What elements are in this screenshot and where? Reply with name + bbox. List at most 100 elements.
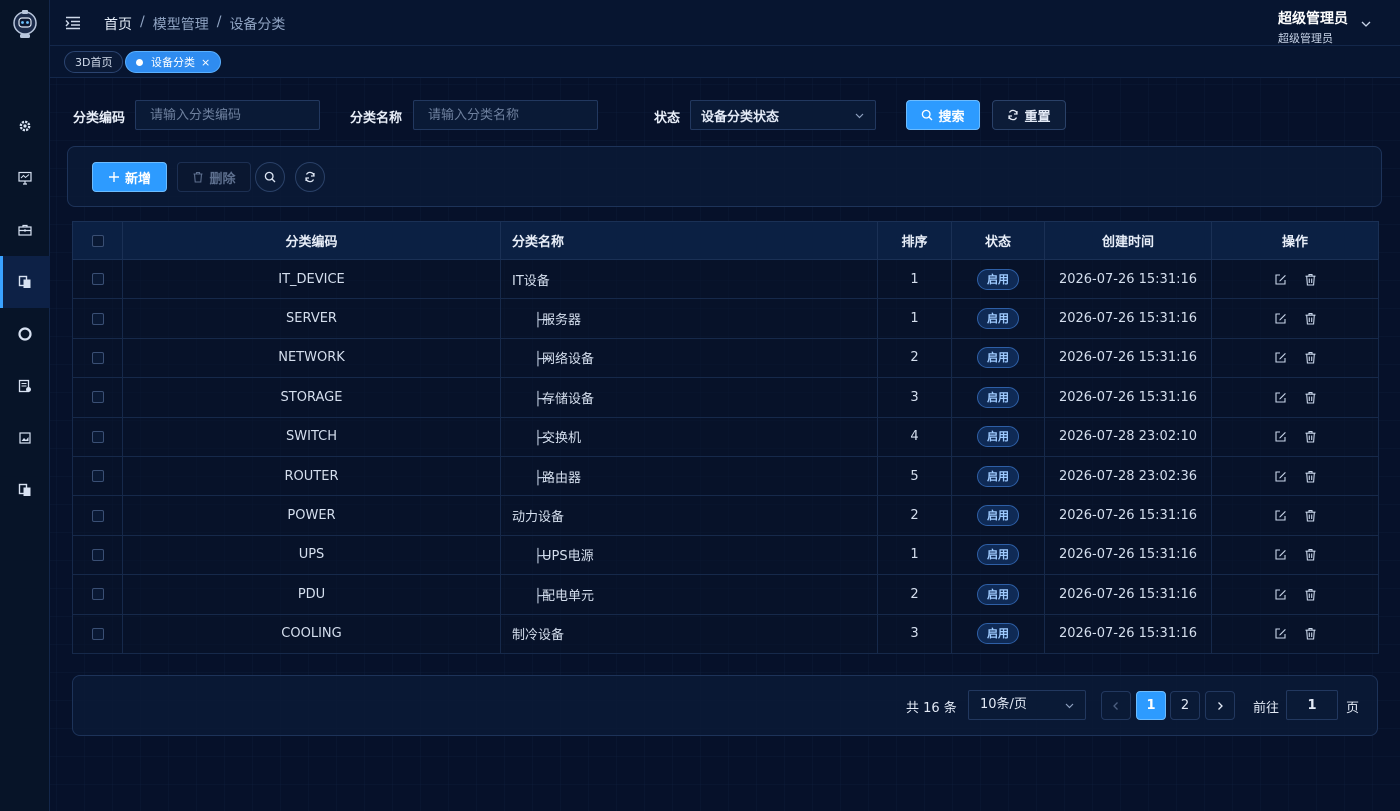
next-page-button[interactable] <box>1205 691 1235 720</box>
sidebar-item-device-category[interactable] <box>0 256 50 308</box>
edit-icon[interactable] <box>1274 312 1287 325</box>
reset-button[interactable]: 重置 <box>992 100 1066 130</box>
goto-page-input[interactable] <box>1286 690 1338 720</box>
edit-icon[interactable] <box>1274 391 1287 404</box>
sidebar-item-settings[interactable] <box>0 100 50 152</box>
sidebar-item-documents[interactable] <box>0 464 50 516</box>
search-button[interactable]: 搜索 <box>906 100 980 130</box>
chevron-left-icon <box>1113 701 1118 710</box>
tab-device-category[interactable]: 设备分类 × <box>125 51 222 73</box>
row-checkbox[interactable] <box>91 470 104 483</box>
status-cell: 启用 <box>951 416 1045 457</box>
column-header-code: 分类编码 <box>122 221 501 260</box>
code-input[interactable] <box>135 100 320 130</box>
name-input[interactable] <box>413 100 598 130</box>
select-all-checkbox[interactable] <box>91 234 104 247</box>
row-checkbox[interactable] <box>91 627 104 640</box>
edit-icon[interactable] <box>1274 627 1287 640</box>
row-checkbox[interactable] <box>91 312 104 325</box>
page-size-select[interactable]: 10条/页 <box>968 690 1086 720</box>
status-cell: 启用 <box>951 455 1045 497</box>
trash-icon[interactable] <box>1304 273 1317 286</box>
breadcrumb-current: 设备分类 <box>229 17 286 33</box>
name-cell: ├─路由器 <box>500 455 878 497</box>
toggle-search-button[interactable] <box>255 162 285 192</box>
trash-icon[interactable] <box>1304 627 1317 640</box>
trash-icon[interactable] <box>1304 548 1317 561</box>
trash-icon[interactable] <box>1304 588 1317 601</box>
trash-icon[interactable] <box>1304 430 1317 443</box>
close-icon[interactable]: × <box>201 56 210 69</box>
name-cell: ├─服务器 <box>500 298 878 339</box>
code-cell: PDU <box>122 574 501 615</box>
row-checkbox[interactable] <box>91 273 104 286</box>
created-cell: 2026-07-26 15:31:16 <box>1044 377 1212 418</box>
chevron-down-icon[interactable] <box>1360 18 1372 30</box>
row-checkbox[interactable] <box>91 588 104 601</box>
tags-bar: 3D首页 设备分类 × <box>50 46 1400 78</box>
category-table: 分类编码 分类名称 排序 状态 创建时间 操作 IT_DEVICE IT设备 1… <box>72 221 1379 654</box>
table-row: POWER 动力设备 2 启用 2026-07-26 15:31:16 <box>72 495 1379 536</box>
edit-icon[interactable] <box>1274 548 1287 561</box>
row-checkbox[interactable] <box>91 548 104 561</box>
page-button[interactable]: 2 <box>1170 691 1200 720</box>
name-text: 路由器 <box>542 470 582 486</box>
breadcrumb-home[interactable]: 首页 <box>104 14 132 34</box>
prev-page-button[interactable] <box>1101 691 1131 720</box>
code-label: 分类编码 <box>73 111 126 126</box>
created-cell: 2026-07-28 23:02:10 <box>1044 416 1212 457</box>
row-checkbox[interactable] <box>91 430 104 443</box>
code-cell: COOLING <box>122 613 501 654</box>
edit-icon[interactable] <box>1274 470 1287 483</box>
edit-icon[interactable] <box>1274 273 1287 286</box>
row-checkbox[interactable] <box>91 391 104 404</box>
trash-icon[interactable] <box>1304 312 1317 325</box>
tree-prefix: ├─ <box>534 352 550 368</box>
add-button[interactable]: 新增 <box>92 162 167 192</box>
delete-button[interactable]: 删除 <box>177 162 251 192</box>
created-cell: 2026-07-26 15:31:16 <box>1044 495 1212 536</box>
code-cell: POWER <box>122 495 501 536</box>
tab-3d-home[interactable]: 3D首页 <box>64 51 124 73</box>
edit-icon[interactable] <box>1274 509 1287 522</box>
sidebar-item-image[interactable] <box>0 412 50 464</box>
created-cell: 2026-07-28 23:02:36 <box>1044 455 1212 497</box>
name-cell: ├─交换机 <box>500 416 878 457</box>
edit-icon[interactable] <box>1274 430 1287 443</box>
robot-logo[interactable] <box>11 8 39 40</box>
status-select[interactable]: 设备分类状态 <box>690 100 876 130</box>
code-cell: SWITCH <box>122 416 501 457</box>
refresh-button[interactable] <box>295 162 325 192</box>
status-cell: 启用 <box>951 377 1045 418</box>
row-checkbox[interactable] <box>91 509 104 522</box>
active-dot-icon <box>136 58 143 66</box>
menu-toggle-icon[interactable] <box>64 14 82 32</box>
sidebar-menu <box>0 100 50 516</box>
sidebar-item-monitor[interactable] <box>0 152 50 204</box>
trash-icon[interactable] <box>1304 509 1317 522</box>
name-text: 存储设备 <box>542 391 595 407</box>
copy-icon <box>18 275 31 288</box>
breadcrumb-model-management[interactable]: 模型管理 <box>153 14 209 34</box>
name-cell: ├─配电单元 <box>500 574 878 615</box>
breadcrumb: 首页 / 模型管理 / 设备分类 <box>104 14 285 34</box>
actions-cell <box>1211 534 1379 576</box>
sidebar-item-server[interactable] <box>0 360 50 412</box>
trash-icon[interactable] <box>1304 470 1317 483</box>
copy-icon <box>18 483 31 496</box>
sidebar-item-support[interactable] <box>0 308 50 360</box>
created-cell: 2026-07-26 15:31:16 <box>1044 258 1212 300</box>
page-button[interactable]: 1 <box>1136 691 1166 720</box>
status-select-value: 设备分类状态 <box>701 109 780 125</box>
trash-icon[interactable] <box>1304 351 1317 365</box>
edit-icon[interactable] <box>1274 351 1287 364</box>
status-cell: 启用 <box>951 613 1045 654</box>
edit-icon[interactable] <box>1274 588 1287 601</box>
trash-icon[interactable] <box>1304 391 1317 404</box>
page-size-value: 10条/页 <box>980 697 1027 712</box>
user-menu[interactable]: 超级管理员 超级管理员 <box>1278 8 1348 46</box>
row-checkbox[interactable] <box>91 351 104 364</box>
sidebar-item-toolbox[interactable] <box>0 204 50 256</box>
name-text: 制冷设备 <box>512 628 565 644</box>
table-row: SERVER ├─服务器 1 启用 2026-07-26 15:31:16 <box>72 298 1379 339</box>
